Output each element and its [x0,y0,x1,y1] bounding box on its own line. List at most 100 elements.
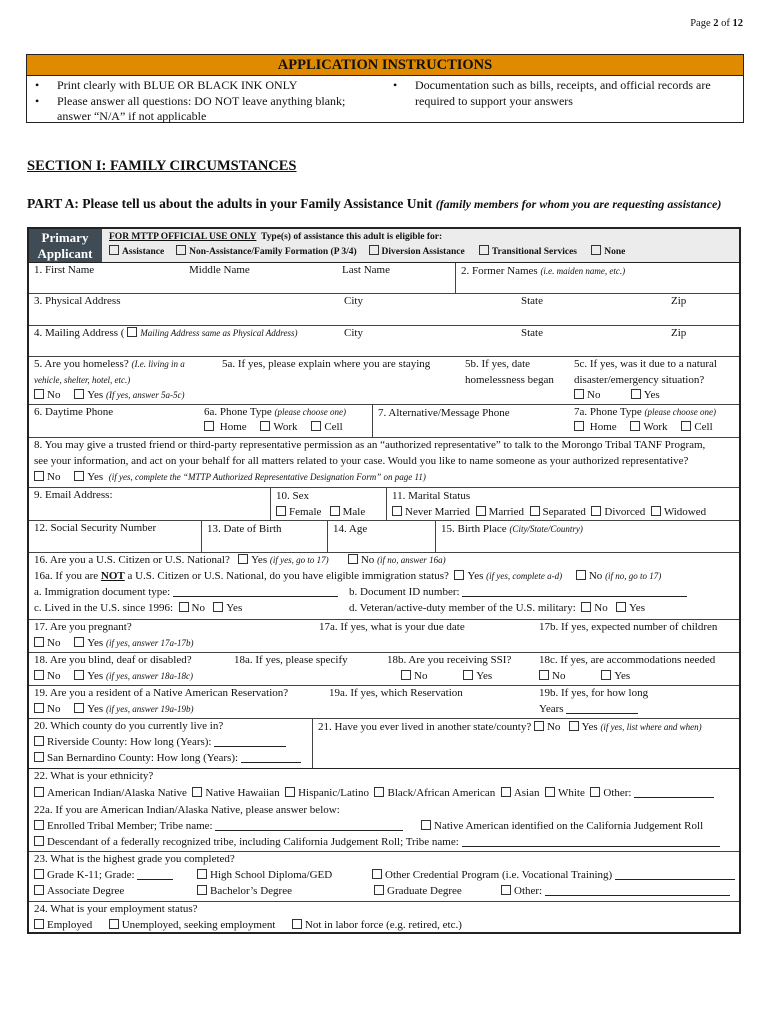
ethnicity-black-checkbox[interactable]: Black/African American [374,787,495,799]
grade-k11-option[interactable]: Grade K-11; Grade: [34,868,174,884]
physical-address-field[interactable]: 3. Physical Address [34,294,120,310]
marital-separated-checkbox[interactable]: Separated [529,505,586,518]
age-field[interactable]: 14. Age [327,521,435,552]
citizen-yes-checkbox[interactable]: Yes (if yes, go to 17) [238,554,329,566]
official-checkbox-assistance[interactable]: Assistance [109,245,164,257]
ethnicity-american-indian-checkbox[interactable]: American Indian/Alaska Native [34,787,187,799]
marital-divorced-checkbox[interactable]: Divorced [591,505,645,518]
first-name-field[interactable]: 1. First Name [34,263,94,279]
mailing-state-field[interactable]: State [521,326,543,342]
mailing-city-field[interactable]: City [344,326,363,342]
reservation-no-checkbox[interactable]: No [34,703,60,715]
ethnicity-asian-checkbox[interactable]: Asian [500,787,539,799]
homeless-date-field[interactable]: homelessness began [465,373,554,389]
homeless-yes-checkbox[interactable]: Yes (If yes, answer 5a-5c) [74,389,184,401]
dob-field[interactable]: 13. Date of Birth [201,521,327,552]
daytime-phone-field[interactable]: 6. Daytime Phone [34,405,113,421]
homeless-note: vehicle, shelter, hotel, etc.) [34,375,131,385]
ssi-no-checkbox[interactable]: No [401,670,427,682]
employment-not-in-labor-checkbox[interactable]: Not in labor force (e.g. retired, etc.) [291,919,462,931]
enrolled-tribal-option[interactable]: Enrolled Tribal Member; Tribe name: [34,819,404,835]
accommodations-question: 18c. If yes, are accommodations needed [539,654,716,666]
due-date-field[interactable]: 17a. If yes, what is your due date [319,620,465,636]
other-state-yes-checkbox[interactable]: Yes (if yes, list where and when) [568,721,702,733]
physical-zip-field[interactable]: Zip [671,294,686,310]
employment-unemployed-checkbox[interactable]: Unemployed, seeking employment [108,919,275,931]
sex-female-checkbox[interactable]: Female [276,505,321,518]
alt-phone-work-checkbox[interactable]: Work [630,421,668,433]
last-name-field[interactable]: Last Name [342,263,390,279]
disabled-no-checkbox[interactable]: No [34,670,60,682]
email-field[interactable]: 9. Email Address: [34,488,113,504]
grade-other-credential-option[interactable]: Other Credential Program (i.e. Vocationa… [372,868,735,884]
official-checkbox-transitional[interactable]: Transitional Services [478,245,577,257]
middle-name-field[interactable]: Middle Name [189,263,250,279]
ethnicity-hawaiian-checkbox[interactable]: Native Hawaiian [192,787,280,799]
same-as-physical-checkbox[interactable] [127,327,138,337]
other-state-cell: 21. Have you ever lived in another state… [312,719,739,768]
accommodations-yes-checkbox[interactable]: Yes [601,670,630,682]
lived-no-checkbox[interactable]: No [178,602,205,614]
homeless-no-checkbox[interactable]: No [34,389,60,401]
pregnant-yes-checkbox[interactable]: Yes (if yes, answer 17a-17b) [74,637,193,649]
former-names-field[interactable]: 2. Former Names (i.e. maiden name, etc.) [455,263,739,293]
lived-yes-checkbox[interactable]: Yes [213,602,242,614]
reservation-yes-checkbox[interactable]: Yes (if yes, answer 19a-19b) [74,703,193,715]
expected-children-field[interactable]: 17b. If yes, expected number of children [539,620,717,636]
immigration-no-checkbox[interactable]: No (if no, go to 17) [575,570,661,582]
marital-never-checkbox[interactable]: Never Married [392,505,470,518]
sex-male-checkbox[interactable]: Male [329,505,365,518]
homeless-where-field[interactable]: 5a. If yes, please explain where you are… [222,357,430,373]
ethnicity-white-checkbox[interactable]: White [544,787,585,799]
veteran-yes-checkbox[interactable]: Yes [615,602,645,614]
grade-bachelor-checkbox[interactable]: Bachelor’s Degree [197,884,292,900]
riverside-county-option[interactable]: Riverside County: How long (Years): [34,735,287,751]
phone-cell-checkbox[interactable]: Cell [311,421,343,433]
accommodations-no-checkbox[interactable]: No [539,670,565,682]
alt-phone-field[interactable]: 7. Alternative/Message Phone [372,405,572,437]
authorized-rep-yes-checkbox[interactable]: Yes (if yes, complete the “MTTP Authoriz… [74,471,426,483]
disability-specify-field[interactable]: 18a. If yes, please specify [234,653,348,669]
phone-home-checkbox[interactable]: Home [204,421,247,433]
official-checkbox-non-assistance[interactable]: Non-Assistance/Family Formation (P 3/4) [176,245,357,257]
birth-place-field[interactable]: 15. Birth Place (City/State/Country) [435,521,739,552]
ethnicity-other-checkbox[interactable]: Other: [590,787,715,799]
physical-city-field[interactable]: City [344,294,363,310]
reservation-years-field[interactable]: Years [539,702,639,718]
grade-hs-checkbox[interactable]: High School Diploma/GED [197,868,332,884]
descendant-option[interactable]: Descendant of a federally recognized tri… [34,835,720,851]
marital-widowed-checkbox[interactable]: Widowed [650,505,706,518]
judgement-roll-checkbox[interactable]: Native American identified on the Califo… [421,819,703,835]
employment-question: 24. What is your employment status? [34,903,198,915]
alt-phone-cell-checkbox[interactable]: Cell [681,421,713,433]
ethnicity-hispanic-checkbox[interactable]: Hispanic/Latino [285,787,369,799]
pregnant-no-checkbox[interactable]: No [34,637,60,649]
marital-married-checkbox[interactable]: Married [475,505,524,518]
ssn-field[interactable]: 12. Social Security Number [34,521,156,537]
veteran-no-checkbox[interactable]: No [581,602,608,614]
citizen-no-checkbox[interactable]: No (if no, answer 16a) [347,554,446,566]
mailing-address-field[interactable]: 4. Mailing Address ( Mailing Address sam… [34,326,297,342]
san-bernardino-county-option[interactable]: San Bernardino County: How long (Years): [34,751,301,767]
which-reservation-field[interactable]: 19a. If yes, which Reservation [329,686,463,702]
employment-employed-checkbox[interactable]: Employed [34,919,92,931]
official-checkbox-diversion[interactable]: Diversion Assistance [368,245,465,257]
disabled-yes-checkbox[interactable]: Yes (if yes, answer 18a-18c) [74,670,193,682]
alt-phone-home-checkbox[interactable]: Home [574,421,617,433]
disaster-yes-checkbox[interactable]: Yes [630,389,660,401]
official-checkbox-none[interactable]: None [591,245,625,257]
immigration-doc-type-field[interactable]: a. Immigration document type: [34,585,338,601]
grade-other-option[interactable]: Other: [501,884,730,900]
document-id-field[interactable]: b. Document ID number: [349,585,688,601]
grade-associate-checkbox[interactable]: Associate Degree [34,884,124,900]
mailing-zip-field[interactable]: Zip [671,326,686,342]
other-state-no-checkbox[interactable]: No [533,721,560,733]
immigration-yes-checkbox[interactable]: Yes (if yes, complete a-d) [454,570,562,582]
disaster-no-checkbox[interactable]: No [574,389,600,401]
physical-state-field[interactable]: State [521,294,543,310]
ssi-yes-checkbox[interactable]: Yes [463,670,492,682]
authorized-rep-no-checkbox[interactable]: No [34,471,60,483]
veteran-question: d. Veteran/active-duty member of the U.S… [349,602,645,614]
grade-graduate-checkbox[interactable]: Graduate Degree [374,884,462,900]
phone-work-checkbox[interactable]: Work [260,421,298,433]
